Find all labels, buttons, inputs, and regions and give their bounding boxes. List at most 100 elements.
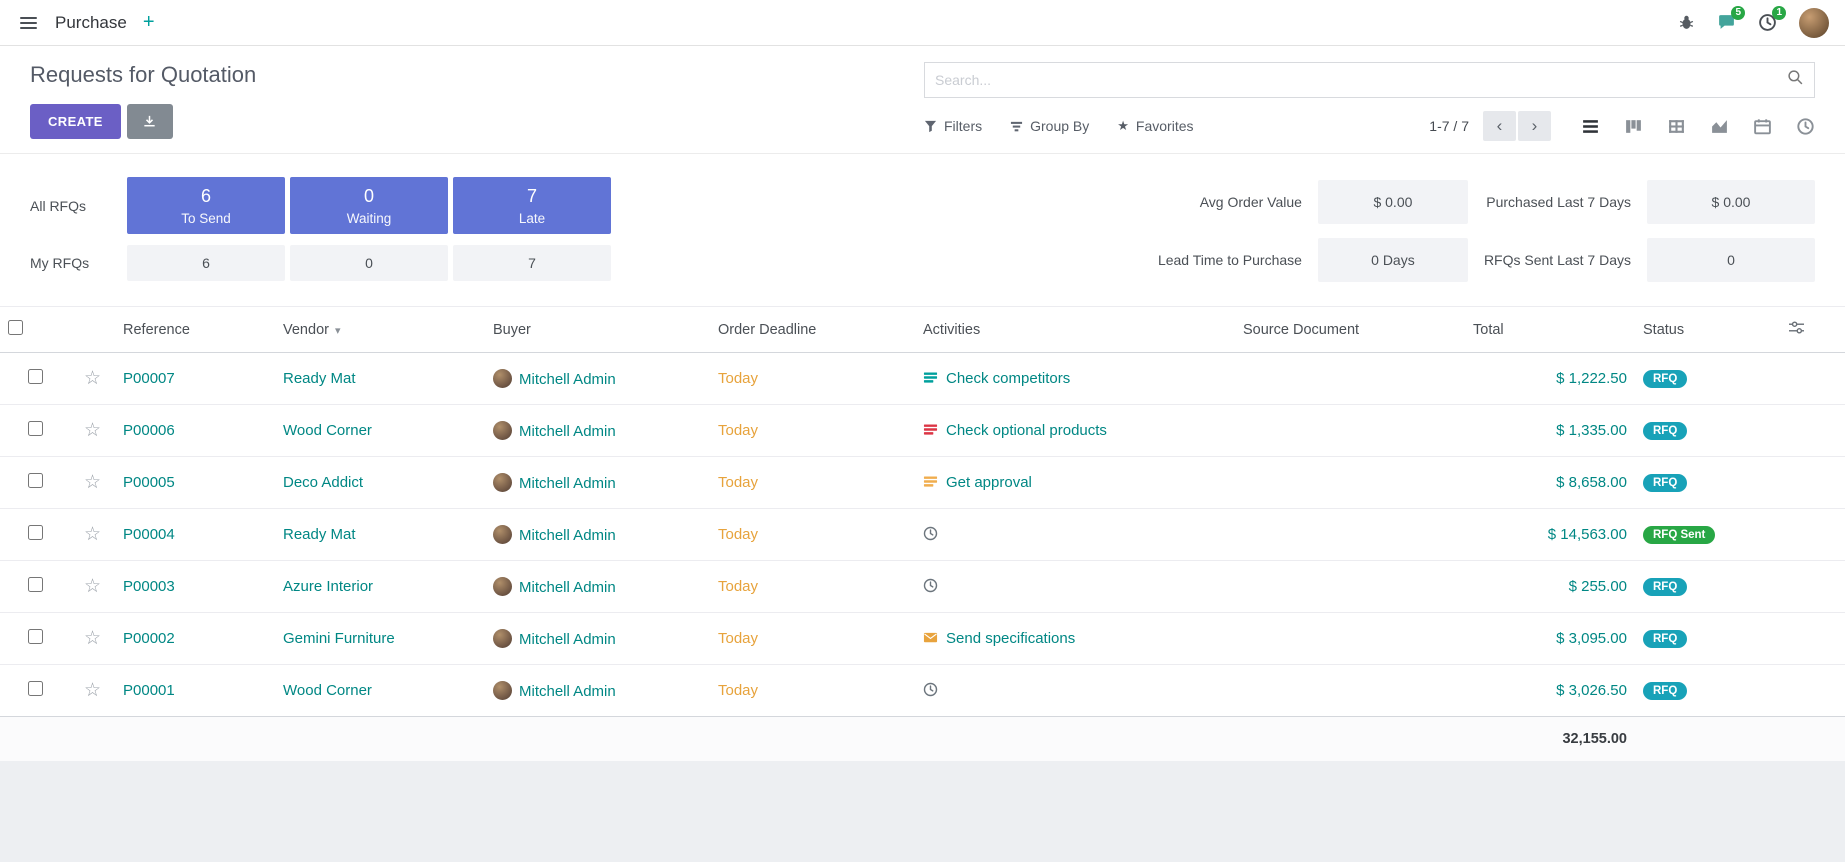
create-button[interactable]: CREATE bbox=[30, 104, 121, 139]
apps-menu-icon[interactable] bbox=[16, 13, 41, 33]
select-all-checkbox[interactable] bbox=[8, 320, 23, 335]
clock-icon[interactable] bbox=[923, 526, 938, 541]
favorite-star-icon[interactable]: ☆ bbox=[84, 472, 101, 493]
favorite-star-icon[interactable]: ☆ bbox=[84, 628, 101, 649]
buyer-link[interactable]: Mitchell Admin bbox=[519, 423, 616, 440]
stat-label-rfqs-sent-last-7-days: RFQs Sent Last 7 Days bbox=[1484, 252, 1631, 268]
row-checkbox[interactable] bbox=[28, 473, 43, 488]
vendor-link[interactable]: Deco Addict bbox=[283, 474, 363, 491]
vendor-link[interactable]: Ready Mat bbox=[283, 526, 356, 543]
pager-next-button[interactable]: › bbox=[1518, 111, 1551, 141]
kpi-to-send[interactable]: 6 To Send bbox=[127, 177, 285, 234]
favorite-star-icon[interactable]: ☆ bbox=[84, 680, 101, 701]
messages-icon[interactable]: 5 bbox=[1717, 13, 1736, 32]
vendor-link[interactable]: Wood Corner bbox=[283, 422, 372, 439]
reference-link[interactable]: P00003 bbox=[123, 578, 175, 595]
column-header-activities[interactable]: Activities bbox=[915, 307, 1235, 353]
my-kpi-late[interactable]: 7 bbox=[453, 245, 611, 281]
view-graph-button[interactable] bbox=[1710, 117, 1729, 136]
buyer-link[interactable]: Mitchell Admin bbox=[519, 631, 616, 648]
search-icon[interactable] bbox=[1787, 69, 1804, 91]
table-row[interactable]: ☆P00006Wood CornerMitchell AdminTodayChe… bbox=[0, 405, 1845, 457]
my-kpi-to-send[interactable]: 6 bbox=[127, 245, 285, 281]
column-header-reference[interactable]: Reference bbox=[115, 307, 275, 353]
kpi-late[interactable]: 7 Late bbox=[453, 177, 611, 234]
column-header-source-document[interactable]: Source Document bbox=[1235, 307, 1465, 353]
kpi-waiting[interactable]: 0 Waiting bbox=[290, 177, 448, 234]
buyer-link[interactable]: Mitchell Admin bbox=[519, 527, 616, 544]
view-calendar-button[interactable] bbox=[1753, 117, 1772, 136]
row-checkbox[interactable] bbox=[28, 525, 43, 540]
stat-label-purchased-last-7-days: Purchased Last 7 Days bbox=[1484, 194, 1631, 210]
column-header-total[interactable]: Total bbox=[1465, 307, 1635, 353]
activity-label[interactable]: Get approval bbox=[946, 474, 1032, 491]
row-total: $ 8,658.00 bbox=[1556, 474, 1627, 491]
envelope-icon[interactable] bbox=[923, 630, 938, 645]
column-header-vendor[interactable]: Vendor▾ bbox=[275, 307, 485, 353]
download-icon bbox=[142, 114, 157, 129]
view-list-button[interactable] bbox=[1581, 117, 1600, 136]
table-row[interactable]: ☆P00004Ready MatMitchell AdminToday$ 14,… bbox=[0, 509, 1845, 561]
order-deadline: Today bbox=[718, 682, 758, 699]
buyer-link[interactable]: Mitchell Admin bbox=[519, 683, 616, 700]
clock-icon[interactable] bbox=[923, 578, 938, 593]
table-row[interactable]: ☆P00003Azure InteriorMitchell AdminToday… bbox=[0, 561, 1845, 613]
row-checkbox[interactable] bbox=[28, 369, 43, 384]
favorite-star-icon[interactable]: ☆ bbox=[84, 576, 101, 597]
table-row[interactable]: ☆P00005Deco AddictMitchell AdminTodayGet… bbox=[0, 457, 1845, 509]
filters-button[interactable]: Filters bbox=[924, 118, 982, 134]
reference-link[interactable]: P00007 bbox=[123, 370, 175, 387]
new-tab-plus[interactable]: + bbox=[143, 11, 155, 34]
optional-columns-icon[interactable] bbox=[1788, 323, 1805, 339]
table-row[interactable]: ☆P00002Gemini FurnitureMitchell AdminTod… bbox=[0, 613, 1845, 665]
group-by-button[interactable]: Group By bbox=[1010, 118, 1089, 134]
sort-caret-icon: ▾ bbox=[335, 325, 341, 337]
clock-icon[interactable] bbox=[923, 682, 938, 697]
reference-link[interactable]: P00004 bbox=[123, 526, 175, 543]
export-button[interactable] bbox=[127, 104, 173, 139]
reference-link[interactable]: P00005 bbox=[123, 474, 175, 491]
row-checkbox[interactable] bbox=[28, 629, 43, 644]
table-row[interactable]: ☆P00001Wood CornerMitchell AdminToday$ 3… bbox=[0, 665, 1845, 717]
column-header-status[interactable]: Status bbox=[1635, 307, 1780, 353]
status-badge: RFQ bbox=[1643, 370, 1687, 388]
column-header-order-deadline[interactable]: Order Deadline bbox=[710, 307, 915, 353]
activities-icon[interactable]: 1 bbox=[1758, 13, 1777, 32]
buyer-link[interactable]: Mitchell Admin bbox=[519, 579, 616, 596]
reference-link[interactable]: P00006 bbox=[123, 422, 175, 439]
vendor-link[interactable]: Gemini Furniture bbox=[283, 630, 395, 647]
tasks-icon[interactable] bbox=[923, 422, 938, 437]
my-kpi-waiting[interactable]: 0 bbox=[290, 245, 448, 281]
favorite-star-icon[interactable]: ☆ bbox=[84, 368, 101, 389]
control-panel: Requests for Quotation CREATE Filte bbox=[0, 46, 1845, 154]
buyer-link[interactable]: Mitchell Admin bbox=[519, 475, 616, 492]
search-bar[interactable] bbox=[924, 62, 1815, 98]
favorite-star-icon[interactable]: ☆ bbox=[84, 524, 101, 545]
tasks-icon[interactable] bbox=[923, 474, 938, 489]
debug-icon[interactable] bbox=[1678, 14, 1695, 31]
vendor-link[interactable]: Azure Interior bbox=[283, 578, 373, 595]
row-checkbox[interactable] bbox=[28, 681, 43, 696]
view-activity-button[interactable] bbox=[1796, 117, 1815, 136]
tasks-icon[interactable] bbox=[923, 370, 938, 385]
activity-label[interactable]: Send specifications bbox=[946, 630, 1075, 647]
activity-label[interactable]: Check competitors bbox=[946, 370, 1070, 387]
search-input[interactable] bbox=[935, 72, 1787, 88]
vendor-link[interactable]: Wood Corner bbox=[283, 682, 372, 699]
buyer-link[interactable]: Mitchell Admin bbox=[519, 371, 616, 388]
activity-label[interactable]: Check optional products bbox=[946, 422, 1107, 439]
favorites-button[interactable]: ★ Favorites bbox=[1117, 118, 1193, 134]
row-checkbox[interactable] bbox=[28, 577, 43, 592]
view-kanban-button[interactable] bbox=[1624, 117, 1643, 136]
favorite-star-icon[interactable]: ☆ bbox=[84, 420, 101, 441]
view-pivot-button[interactable] bbox=[1667, 117, 1686, 136]
column-header-buyer[interactable]: Buyer bbox=[485, 307, 710, 353]
row-checkbox[interactable] bbox=[28, 421, 43, 436]
reference-link[interactable]: P00001 bbox=[123, 682, 175, 699]
pager-previous-button[interactable]: ‹ bbox=[1483, 111, 1516, 141]
vendor-link[interactable]: Ready Mat bbox=[283, 370, 356, 387]
reference-link[interactable]: P00002 bbox=[123, 630, 175, 647]
user-avatar[interactable] bbox=[1799, 8, 1829, 38]
table-row[interactable]: ☆P00007Ready MatMitchell AdminTodayCheck… bbox=[0, 353, 1845, 405]
app-name[interactable]: Purchase bbox=[55, 13, 127, 33]
